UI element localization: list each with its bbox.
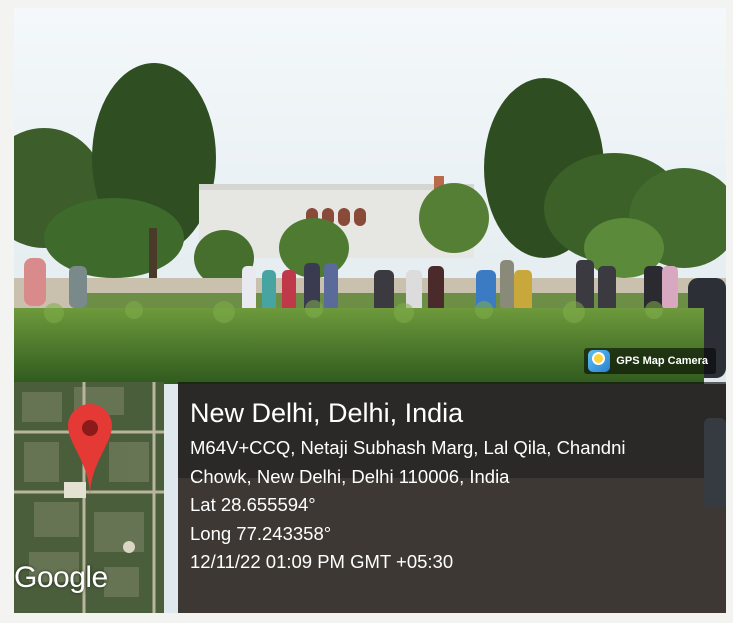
google-logo: Google [14, 561, 108, 594]
city-title: New Delhi, Delhi, India [190, 398, 464, 428]
longitude: Long 77.243358° [190, 522, 332, 544]
map-thumbnail: Google [14, 382, 164, 613]
latitude: Lat 28.655594° [190, 494, 316, 515]
photo: GPS Map Camera Google New Delhi, Delhi, … [14, 8, 726, 613]
location-details: New Delhi, Delhi, India M64V+CCQ, Netaji… [178, 382, 726, 613]
address-line-2: Chowk, New Delhi, Delhi 110006, India [190, 465, 510, 487]
timestamp: 12/11/22 01:09 PM GMT +05:30 [190, 551, 454, 572]
map-pin-icon [68, 404, 112, 496]
gps-map-camera-icon [588, 350, 611, 372]
location-info-panel: Google New Delhi, Delhi, India M64V+CCQ,… [14, 382, 726, 613]
address-line-1: M64V+CCQ, Netaji Subhash Marg, Lal Qila,… [190, 437, 626, 458]
gps-map-camera-badge: GPS Map Camera [584, 348, 716, 374]
badge-label: GPS Map Camera [616, 355, 708, 367]
